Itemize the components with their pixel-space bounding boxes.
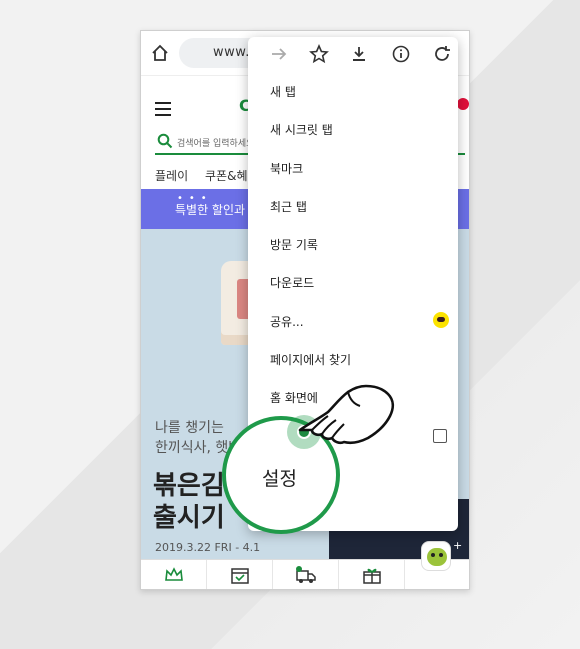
mascot-icon[interactable]	[421, 541, 451, 571]
nav-crown[interactable]	[141, 560, 207, 589]
menu-item-label: 방문 기록	[270, 238, 318, 252]
search-icon	[157, 133, 173, 149]
notification-dot-icon	[457, 98, 469, 110]
menu-item-label: 새 시크릿 탭	[270, 123, 333, 137]
menu-item-recent-tabs[interactable]: 최근 탭	[248, 186, 458, 224]
desktop-site-checkbox[interactable]	[433, 429, 447, 443]
crown-icon	[164, 567, 183, 581]
menu-item-share[interactable]: 공유...	[248, 301, 458, 339]
menu-item-bookmarks[interactable]: 북마크	[248, 148, 458, 186]
truck-icon	[295, 566, 316, 583]
menu-item-label: 공유...	[270, 315, 304, 329]
kakaotalk-icon	[433, 312, 449, 328]
menu-item-downloads[interactable]: 다운로드	[248, 262, 458, 300]
menu-item-label: 새 탭	[270, 85, 296, 99]
refresh-icon[interactable]	[431, 43, 453, 65]
menu-icon-row	[248, 37, 458, 71]
home-icon[interactable]	[149, 42, 171, 64]
menu-item-new-incognito-tab[interactable]: 새 시크릿 탭	[248, 109, 458, 147]
nav-calendar[interactable]	[207, 560, 273, 589]
menu-item-label: 북마크	[270, 162, 304, 176]
calendar-check-icon	[230, 568, 249, 584]
hamburger-menu-icon[interactable]	[155, 102, 171, 116]
menu-item-label: 최근 탭	[270, 200, 307, 214]
hero-date: 2019.3.22 FRI - 4.1	[155, 541, 261, 554]
hero-title-2: 출시기	[153, 503, 225, 533]
pointing-hand-icon	[298, 384, 395, 445]
hero-plus-icon[interactable]: +	[453, 539, 462, 552]
search-placeholder: 검색어를 입력하세요	[177, 139, 255, 149]
gift-icon	[362, 568, 381, 584]
menu-item-history[interactable]: 방문 기록	[248, 224, 458, 262]
menu-item-new-tab[interactable]: 새 탭	[248, 71, 458, 109]
menu-item-find-in-page[interactable]: 페이지에서 찾기	[248, 339, 458, 377]
hero-subtitle-1: 나를 챙기는	[155, 420, 224, 436]
info-icon[interactable]	[390, 43, 412, 65]
nav-gift[interactable]	[339, 560, 405, 589]
menu-item-label: 다운로드	[270, 276, 315, 290]
nav-delivery[interactable]	[273, 560, 339, 589]
settings-label[interactable]: 설정	[262, 464, 297, 491]
category-play[interactable]: 플레이	[155, 167, 188, 184]
menu-item-label: 페이지에서 찾기	[270, 353, 352, 367]
mascot-face	[427, 548, 447, 566]
star-icon[interactable]	[308, 43, 330, 65]
download-icon[interactable]	[348, 43, 370, 65]
forward-arrow-icon[interactable]	[268, 43, 290, 65]
